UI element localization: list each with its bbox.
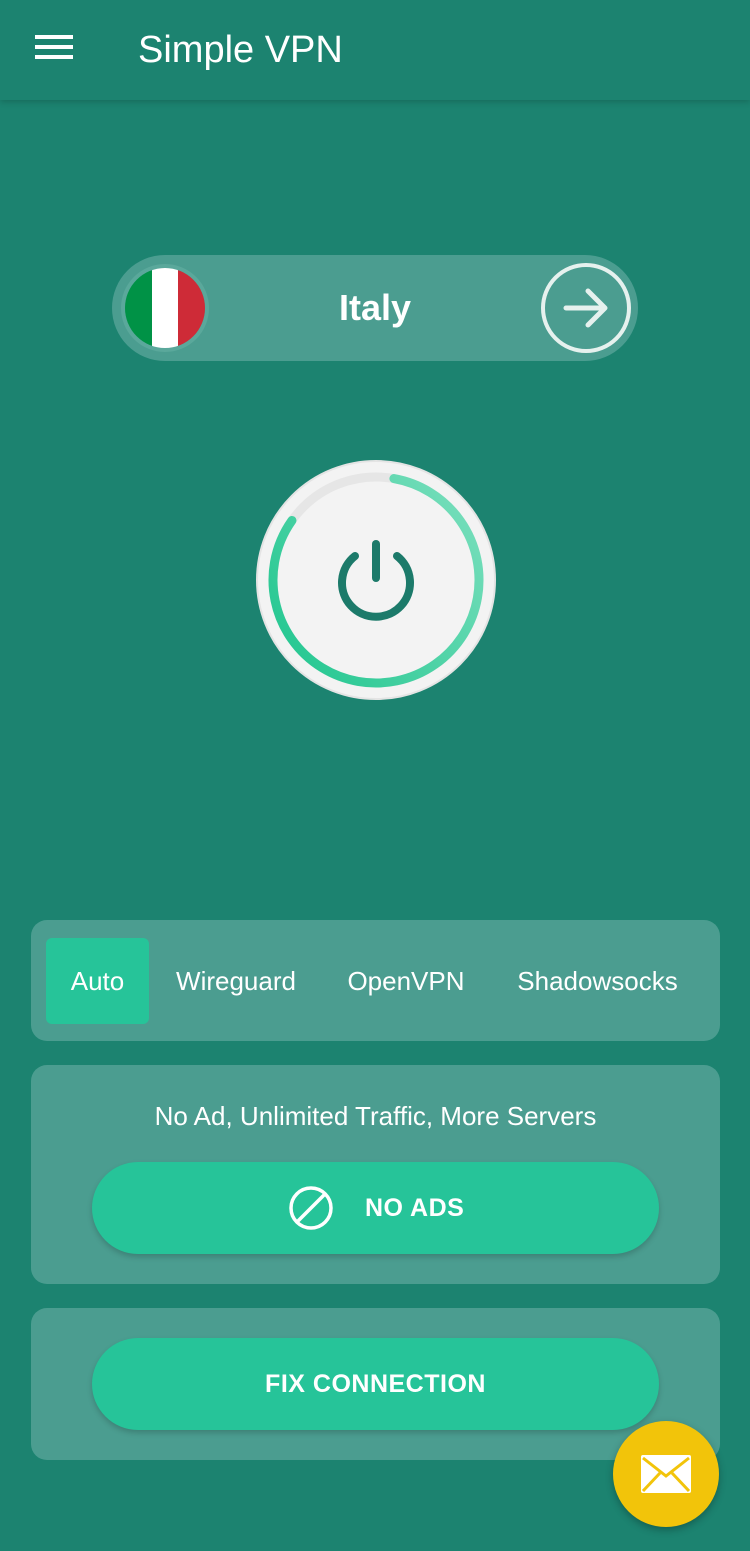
fix-connection-label: FIX CONNECTION	[265, 1370, 486, 1398]
protocol-wireguard[interactable]: Wireguard	[161, 938, 311, 1024]
no-ads-button[interactable]: NO ADS	[92, 1162, 659, 1254]
country-selector[interactable]: Italy	[112, 255, 638, 361]
connection-progress-ring	[268, 472, 484, 688]
no-ads-card: No Ad, Unlimited Traffic, More Servers N…	[31, 1065, 720, 1284]
protocol-selector: Auto Wireguard OpenVPN Shadowsocks	[31, 920, 720, 1041]
app-bar: Simple VPN	[0, 0, 750, 100]
fix-connection-card: FIX CONNECTION	[31, 1308, 720, 1460]
menu-icon	[35, 35, 73, 59]
arrow-right-icon[interactable]	[540, 262, 632, 354]
protocol-openvpn[interactable]: OpenVPN	[331, 938, 481, 1024]
mail-icon	[641, 1455, 691, 1493]
app-title: Simple VPN	[138, 29, 343, 71]
protocol-shadowsocks[interactable]: Shadowsocks	[501, 938, 694, 1024]
menu-button[interactable]	[26, 26, 82, 68]
mail-button[interactable]	[613, 1421, 719, 1527]
promo-text: No Ad, Unlimited Traffic, More Servers	[154, 1101, 597, 1131]
connect-area	[256, 460, 496, 700]
no-ads-label: NO ADS	[365, 1194, 465, 1222]
power-icon	[338, 540, 414, 621]
protocol-auto[interactable]: Auto	[46, 938, 149, 1024]
block-icon	[289, 1186, 333, 1230]
fix-connection-button[interactable]: FIX CONNECTION	[92, 1338, 659, 1430]
power-button[interactable]	[256, 460, 496, 700]
